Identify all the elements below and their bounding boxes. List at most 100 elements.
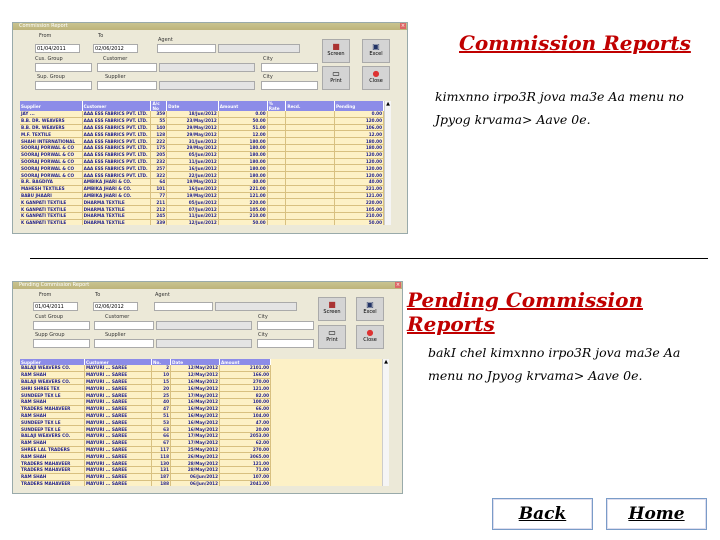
table-row[interactable]: SHREE LAL TRADERS MAYURI ... SAREE 117 25/M… — [20, 446, 271, 454]
table-cell: MAYURI ... SAREE — [84, 405, 152, 413]
table-row[interactable]: SUNDEEP TEX LE MAYURI ... SAREE 53 16/May/2… — [20, 418, 271, 427]
city2-input[interactable] — [257, 339, 314, 348]
table-row[interactable]: RAM SHAH MAYURI ... SAREE 118 26/May/2012 30… — [20, 452, 271, 461]
table-row[interactable]: B.R. BAGDIYA AMBIKA JHARI & CO. 64 19/May/2… — [20, 178, 384, 186]
table-row[interactable]: RAM SHAH MAYURI ... SAREE 67 17/May/2012 62.… — [20, 439, 271, 447]
table-cell: 180.00 — [218, 171, 268, 179]
excel-button[interactable]: ▣ Excel — [356, 297, 384, 321]
table-row[interactable]: K GANPATI TEXTILE DHARMA TEXTILE 339 12/Jun… — [20, 219, 384, 225]
table-row[interactable]: B.B. DR. WEAVERS AAA ESS FABRICS PVT. LTD… — [20, 117, 384, 125]
table-row[interactable]: RAM SHAH MAYURI ... SAREE 10 12/May/2012 166… — [20, 371, 271, 379]
table-row[interactable]: TRADERS MAHAVEER MAYURI ... SAREE 47 16/May… — [20, 405, 271, 413]
to-date-input[interactable]: 02/06/2012 — [93, 44, 138, 53]
table-row[interactable]: TRADERS MAHAVEER MAYURI ... SAREE 130 28/Ma… — [20, 459, 271, 467]
home-button[interactable]: Home — [606, 498, 707, 530]
table-cell: 270.00 — [219, 446, 271, 454]
table-row[interactable]: RAM SHAH MAYURI ... SAREE 51 16/May/2012 104… — [20, 412, 271, 420]
grid-scrollbar[interactable]: ▲ — [382, 359, 389, 486]
table-row[interactable]: SUNDEEP TEX LE MAYURI ... SAREE 25 17/May/2… — [20, 391, 271, 399]
table-cell: AAA ESS FABRICS PVT. LTD. — [82, 111, 152, 118]
to-date-input[interactable]: 02/06/2012 — [93, 302, 138, 311]
table-cell: B.B. DR. WEAVERS — [20, 117, 83, 125]
table-cell: 16/Jun/2012 — [166, 185, 219, 193]
table-row[interactable]: BALAJI WEAVERS CO. MAYURI ... SAREE 15 16/M… — [20, 378, 271, 386]
table-row[interactable]: MAHESH TEXTILES AMBIKA JHARI & CO. 101 16/J… — [20, 185, 384, 193]
supp-group-input[interactable] — [33, 339, 90, 348]
table-row[interactable]: RAM SHAH MAYURI ... SAREE 40 16/May/2012 100… — [20, 398, 271, 406]
agent-input[interactable] — [154, 302, 213, 311]
close-window-icon[interactable]: × — [395, 282, 401, 288]
column-header[interactable]: % Rate — [267, 101, 287, 111]
table-cell: 50.00 — [218, 117, 268, 125]
city2-input[interactable] — [261, 81, 318, 90]
from-date-input[interactable]: 01/04/2011 — [33, 302, 78, 311]
table-cell — [267, 124, 287, 132]
table-cell: 128 — [150, 130, 168, 139]
table-row[interactable]: BALAJI WEAVERS CO. MAYURI ... SAREE 66 17/M… — [20, 432, 271, 440]
table-row[interactable]: TRADERS MAHAVEER MAYURI ... SAREE 188 06/Ju… — [20, 480, 271, 486]
table-cell: AMBIKA JHARI & CO. — [82, 178, 152, 186]
customer-input[interactable] — [94, 321, 154, 330]
sup-group-input[interactable] — [35, 81, 92, 90]
table-row[interactable]: M.F. TEXTILE AAA ESS FABRICS PVT. LTD. 128… — [20, 130, 384, 139]
city-input[interactable] — [261, 63, 318, 72]
screen-button[interactable]: ■ Screen — [318, 297, 346, 321]
column-header[interactable]: Recd. — [285, 101, 335, 111]
sup-group-label: Sup. Group — [37, 74, 65, 80]
table-row[interactable]: K GANPATI TEXTILE DHARMA TEXTILE 211 05/Jun… — [20, 198, 384, 207]
cust-group-input[interactable] — [33, 321, 90, 330]
table-cell: SUNDEEP TEX LE — [20, 391, 85, 399]
close-button[interactable]: ● Close — [362, 66, 390, 90]
table-row[interactable]: K GANPATI TEXTILE DHARMA TEXTILE 212 07/Jun… — [20, 205, 384, 213]
customer-label: Customer — [103, 56, 128, 62]
table-cell: 2041.00 — [219, 480, 271, 486]
table-cell: 19/May/2012 — [166, 192, 219, 200]
pending-commission-report-window: Pending Commission Report × From 01/04/20… — [12, 281, 403, 494]
column-header[interactable]: Date — [166, 101, 219, 111]
customer-input[interactable] — [97, 63, 157, 72]
table-row[interactable]: B.B. DR. WEAVERS AAA ESS FABRICS PVT. LTD… — [20, 124, 384, 132]
table-cell — [267, 130, 287, 139]
table-cell: K GANPATI TEXTILE — [20, 198, 83, 207]
grid-scrollbar[interactable]: ▲ — [384, 101, 391, 225]
table-row[interactable]: SOORAJ PORWAL & CO AAA ESS FABRICS PVT. L… — [20, 164, 384, 173]
table-cell: DHARMA TEXTILE — [82, 198, 152, 207]
table-cell: 11/Jun/2012 — [166, 212, 219, 220]
screen-button[interactable]: ■ Screen — [322, 39, 350, 63]
back-button[interactable]: Back — [492, 498, 593, 530]
table-row[interactable]: SOORAJ PORWAL & CO AAA ESS FABRICS PVT. L… — [20, 171, 384, 179]
table-row[interactable]: K GANPATI TEXTILE DHARMA TEXTILE 245 11/Jun… — [20, 212, 384, 220]
column-header[interactable]: Amount — [218, 101, 268, 111]
table-cell: 17/May/2012 — [170, 439, 220, 447]
print-button[interactable]: ▭ Print — [322, 66, 350, 90]
column-header[interactable]: Supplier — [20, 101, 83, 111]
table-cell: 210.00 — [334, 212, 384, 220]
city-input[interactable] — [257, 321, 314, 330]
supplier-input[interactable] — [97, 81, 157, 90]
excel-button[interactable]: ▣ Excel — [362, 39, 390, 63]
close-button[interactable]: ● Close — [356, 325, 384, 349]
table-row[interactable]: SUNDEEP TEX LE MAYURI ... SAREE 63 16/May/2… — [20, 425, 271, 433]
table-row[interactable]: SOORAJ PORWAL & CO AAA ESS FABRICS PVT. L… — [20, 158, 384, 166]
agent-input[interactable] — [157, 44, 216, 53]
supplier-input[interactable] — [94, 339, 154, 348]
from-date-input[interactable]: 01/04/2011 — [35, 44, 80, 53]
table-row[interactable]: SOORAJ PORWAL & CO AAA ESS FABRICS PVT. L… — [20, 151, 384, 159]
table-row[interactable]: RAM SHAH MAYURI ... SAREE 187 06/Jun/2012 10… — [20, 473, 271, 481]
table-row[interactable]: TRADERS MAHAVEER MAYURI ... SAREE 131 28/Ma… — [20, 466, 271, 474]
cus-group-input[interactable] — [35, 63, 92, 72]
print-button[interactable]: ▭ Print — [318, 325, 346, 349]
table-row[interactable]: SOORAJ PORWAL & CO AAA ESS FABRICS PVT. L… — [20, 144, 384, 152]
table-row[interactable]: SHRI SHREE TEX MAYURI ... SAREE 20 16/May/2… — [20, 384, 271, 393]
column-header[interactable]: Customer — [82, 101, 152, 111]
table-cell — [285, 124, 335, 132]
from-label: From — [39, 292, 52, 298]
table-row[interactable]: SHAHI INTERNATIONAL AAA ESS FABRICS PVT. … — [20, 137, 384, 145]
close-window-icon[interactable]: × — [400, 23, 406, 29]
table-row[interactable]: BABU JHAARI AMBIKA JHARI & CO. 77 19/May/20… — [20, 192, 384, 200]
table-cell: 101 — [150, 185, 168, 193]
table-cell — [267, 171, 287, 179]
column-header[interactable]: Pending — [334, 101, 384, 111]
column-header[interactable]: A/c No — [150, 101, 168, 111]
table-cell: TRADERS MAHAVEER — [20, 466, 85, 474]
